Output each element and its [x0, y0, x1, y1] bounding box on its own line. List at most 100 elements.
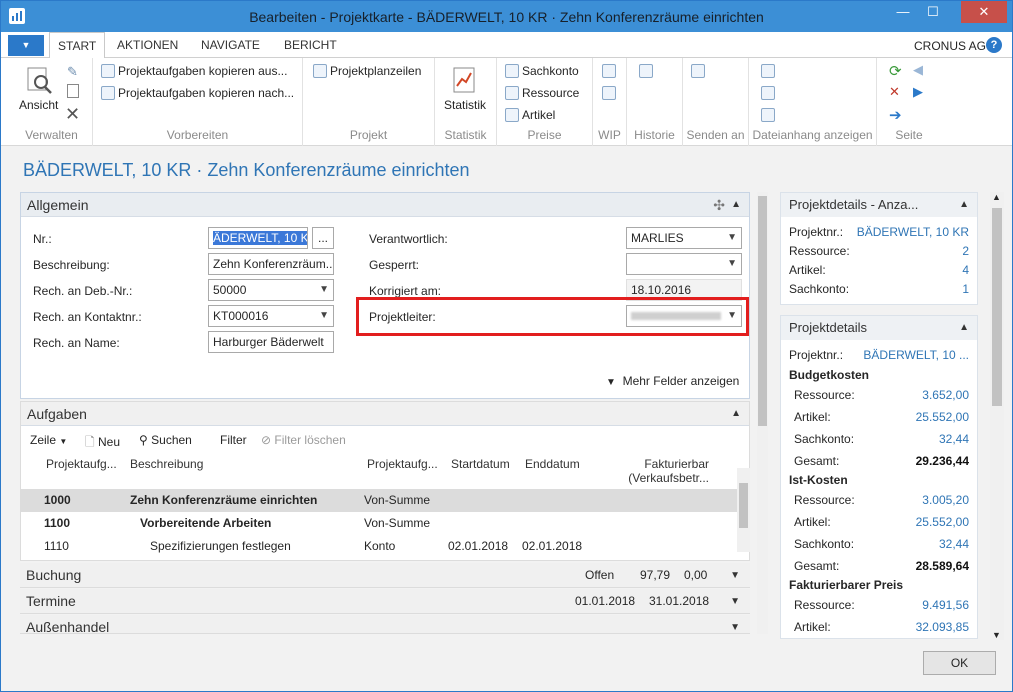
- main-scrollbar[interactable]: [757, 192, 768, 634]
- filter-loeschen-button[interactable]: ⊘ Filter löschen: [261, 433, 346, 447]
- nr-field[interactable]: ÄDERWELT, 10 KR: [208, 227, 308, 249]
- links-icon[interactable]: [761, 64, 775, 78]
- factbox-link[interactable]: 32,44: [939, 432, 969, 446]
- chevron-down-icon[interactable]: ▼: [730, 589, 740, 614]
- kopieren-aus-label: Projektaufgaben kopieren aus...: [118, 64, 288, 78]
- factbox-link[interactable]: 3.005,20: [922, 493, 969, 507]
- nr-assist-button[interactable]: ...: [312, 227, 334, 249]
- tab-aktionen[interactable]: AKTIONEN: [109, 32, 186, 58]
- collapse-icon[interactable]: ▲: [731, 402, 741, 426]
- attachment-icon[interactable]: [691, 64, 705, 78]
- previous-icon[interactable]: ◀: [913, 62, 923, 78]
- factbox-link[interactable]: 32,44: [939, 537, 969, 551]
- chevron-down-icon[interactable]: ▼: [319, 306, 329, 326]
- factbox-link[interactable]: 25.552,00: [916, 410, 969, 424]
- termine-section[interactable]: Termine 01.01.2018 31.01.2018 ▼: [20, 589, 750, 614]
- notes-icon[interactable]: [761, 86, 775, 100]
- factbox-projektdetails-header[interactable]: Projektdetails ▲: [781, 316, 977, 340]
- artikel-button[interactable]: Artikel: [505, 108, 555, 122]
- collapse-icon[interactable]: ▲: [731, 193, 741, 217]
- tab-start[interactable]: START: [49, 32, 106, 59]
- chevron-down-icon[interactable]: ▼: [727, 254, 737, 274]
- kontakt-nr-field[interactable]: KT000016 ▼: [208, 305, 334, 327]
- neu-button[interactable]: 🗋 Neu: [85, 433, 120, 454]
- table-row[interactable]: 1110 Spezifizierungen festlegen Konto 02…: [21, 535, 737, 558]
- buchung-section[interactable]: Buchung Offen 97,79 0,00 ▼: [20, 563, 750, 588]
- projektaufgaben-kopieren-aus-button[interactable]: Projektaufgaben kopieren aus...: [101, 64, 287, 78]
- delete-icon[interactable]: ✕: [65, 104, 80, 125]
- clear-filter-icon[interactable]: ✕: [889, 84, 900, 100]
- factbox-link[interactable]: 9.491,56: [922, 598, 969, 612]
- factbox-link[interactable]: 25.552,00: [916, 515, 969, 529]
- ribbon-group-verwalten: Ansicht ✎ ✕ Verwalten: [11, 58, 93, 146]
- column-header-beschreibung[interactable]: Beschreibung: [130, 457, 203, 471]
- chevron-down-icon[interactable]: ▼: [319, 280, 329, 300]
- collapse-icon[interactable]: ▲: [959, 193, 969, 217]
- column-header-art[interactable]: Projektaufg...: [367, 457, 438, 471]
- wip-entries-icon[interactable]: [602, 64, 616, 78]
- statistik-button[interactable]: Statistik: [444, 98, 486, 112]
- allgemein-header[interactable]: Allgemein ✣ ▲: [21, 193, 749, 217]
- sachkonto-button[interactable]: Sachkonto: [505, 64, 579, 78]
- minimize-button[interactable]: —: [888, 1, 918, 23]
- close-button[interactable]: ✕: [961, 1, 1007, 23]
- projektplanzeilen-button[interactable]: Projektplanzeilen: [313, 64, 421, 78]
- gesperrt-field[interactable]: ▼: [626, 253, 742, 275]
- cluster-icon: ✣: [713, 197, 725, 213]
- factbox-link[interactable]: 2: [962, 244, 969, 258]
- column-header-enddatum[interactable]: Enddatum: [525, 457, 580, 471]
- aussenhandel-section[interactable]: Außenhandel ▼: [20, 615, 750, 634]
- column-header-nr[interactable]: Projektaufg...: [46, 457, 117, 471]
- collapse-icon[interactable]: ▲: [959, 316, 969, 340]
- column-header-startdatum[interactable]: Startdatum: [451, 457, 510, 471]
- factbox-link[interactable]: BÄDERWELT, 10 KR: [857, 225, 969, 239]
- scrollbar-thumb[interactable]: [739, 483, 748, 528]
- filter-button[interactable]: Filter: [220, 433, 247, 447]
- maximize-button[interactable]: ☐: [918, 1, 948, 23]
- scroll-down-icon[interactable]: ▼: [992, 630, 1001, 640]
- verantwortlich-field[interactable]: MARLIES ▼: [626, 227, 742, 249]
- ansicht-button[interactable]: Ansicht: [19, 98, 58, 112]
- table-row[interactable]: 1000 Zehn Konferenzräume einrichten Von-…: [21, 489, 737, 512]
- column-header-fakturierbar[interactable]: Fakturierbar (Verkaufsbetr...: [599, 457, 709, 485]
- aufgaben-header[interactable]: Aufgaben ▲: [21, 402, 749, 426]
- mehr-felder-button[interactable]: ▼ Mehr Felder anzeigen: [606, 374, 739, 388]
- scroll-up-icon[interactable]: ▲: [992, 192, 1001, 202]
- ok-button[interactable]: OK: [923, 651, 996, 675]
- factbox-link[interactable]: 4: [962, 263, 969, 277]
- ressource-button[interactable]: Ressource: [505, 86, 579, 100]
- scrollbar-thumb[interactable]: [992, 208, 1002, 406]
- rech-name-field[interactable]: Harburger Bäderwelt: [208, 331, 334, 353]
- deb-nr-field[interactable]: 50000 ▼: [208, 279, 334, 301]
- chevron-down-icon[interactable]: ▼: [727, 228, 737, 248]
- app-menu-button[interactable]: ▼: [8, 35, 44, 56]
- projektaufgaben-kopieren-nach-button[interactable]: Projektaufgaben kopieren nach...: [101, 86, 294, 100]
- tab-navigate[interactable]: NAVIGATE: [193, 32, 268, 58]
- suchen-button[interactable]: ⚲ Suchen: [139, 433, 192, 447]
- next-icon[interactable]: ▶: [913, 84, 923, 100]
- factbox-row: Artikel: 32.093,85: [789, 620, 969, 638]
- factbox-anzahl-header[interactable]: Projektdetails - Anza... ▲: [781, 193, 977, 217]
- chevron-down-icon[interactable]: ▼: [730, 563, 740, 588]
- goto-icon[interactable]: ➔: [889, 106, 902, 124]
- zeile-menu[interactable]: Zeile ▼: [30, 433, 67, 447]
- factbox-link[interactable]: 3.652,00: [922, 388, 969, 402]
- factbox-link[interactable]: BÄDERWELT, 10 ...: [863, 348, 969, 362]
- factbox-key: Sachkonto:: [794, 537, 855, 551]
- new-icon[interactable]: [67, 84, 79, 98]
- tab-bericht[interactable]: BERICHT: [276, 32, 345, 58]
- factbox-scrollbar[interactable]: ▲ ▼: [990, 192, 1004, 640]
- scrollbar-thumb[interactable]: [758, 196, 767, 426]
- aufgaben-scrollbar[interactable]: [737, 468, 750, 552]
- history-icon[interactable]: [639, 64, 653, 78]
- wip-gl-icon[interactable]: [602, 86, 616, 100]
- help-icon[interactable]: ?: [986, 37, 1002, 53]
- chevron-down-icon[interactable]: ▼: [730, 615, 740, 633]
- factbox-link[interactable]: 1: [962, 282, 969, 296]
- document-icon[interactable]: [761, 108, 775, 122]
- edit-icon[interactable]: ✎: [67, 64, 78, 80]
- beschreibung-field[interactable]: Zehn Konferenzräum...: [208, 253, 334, 275]
- factbox-link[interactable]: 32.093,85: [916, 620, 969, 634]
- refresh-icon[interactable]: ⟳: [889, 62, 902, 80]
- table-row[interactable]: 1100 Vorbereitende Arbeiten Von-Summe: [21, 512, 737, 535]
